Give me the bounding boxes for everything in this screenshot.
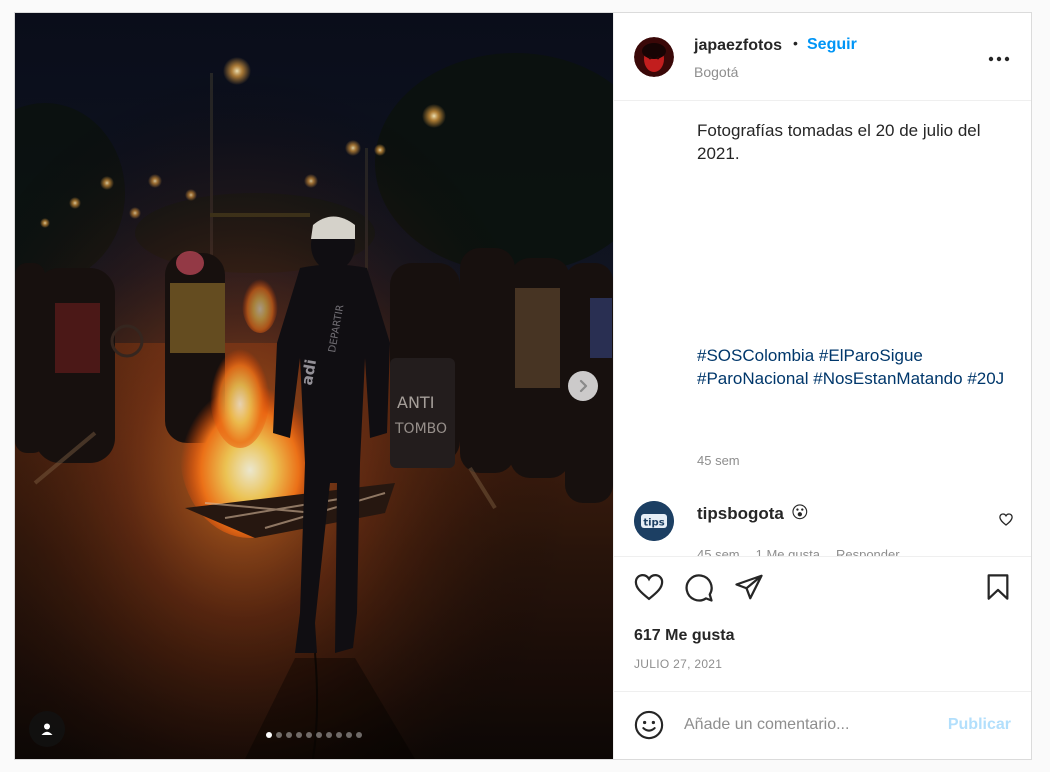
comment-button[interactable]	[684, 573, 714, 608]
commenter-avatar-logo: tips	[634, 501, 674, 541]
smiley-icon	[634, 710, 664, 740]
comment-likes-count[interactable]: 1 Me gusta	[756, 547, 820, 556]
caption-hashtags: #SOSColombia #ElParoSigue #ParoNacional …	[697, 344, 1007, 390]
carousel-dot	[336, 732, 342, 738]
comments-section[interactable]: Fotografías tomadas el 20 de julio del 2…	[614, 101, 1031, 557]
post-location[interactable]: Bogotá	[694, 64, 738, 80]
carousel-dot	[296, 732, 302, 738]
post-media[interactable]: ANTI TOMBO adi DEPARTIR	[15, 13, 613, 759]
emoji-picker-button[interactable]	[634, 710, 664, 745]
hashtag-link[interactable]: #ParoNacional	[697, 369, 809, 388]
author-username[interactable]: japaezfotos	[694, 37, 782, 55]
carousel-dot	[266, 732, 272, 738]
svg-text:tips: tips	[643, 518, 664, 529]
heart-icon	[999, 513, 1013, 526]
comment-like-button[interactable]	[999, 513, 1013, 531]
likes-count[interactable]: 617 Me gusta	[634, 627, 734, 645]
post-actions: 617 Me gusta JULIO 27, 2021	[614, 557, 1031, 692]
carousel-dot	[316, 732, 322, 738]
comment-input[interactable]	[684, 712, 924, 738]
share-button[interactable]	[734, 573, 764, 606]
instagram-post: ANTI TOMBO adi DEPARTIR japaezfotos • Se…	[14, 12, 1032, 760]
comment-bubble-icon	[685, 574, 713, 602]
publish-button[interactable]: Publicar	[948, 716, 1011, 734]
author-avatar-image	[634, 37, 674, 77]
carousel-dot	[346, 732, 352, 738]
carousel-next-button[interactable]	[568, 371, 598, 401]
commenter-username[interactable]: tipsbogota	[697, 504, 784, 524]
heart-icon	[634, 573, 664, 601]
comment-text: 😮	[791, 503, 809, 522]
post-side-panel: japaezfotos • Seguir Bogotá Fotografías …	[613, 13, 1031, 759]
carousel-dot	[326, 732, 332, 738]
comment-meta: 45 sem 1 Me gusta Responder	[697, 547, 900, 556]
like-button[interactable]	[634, 573, 664, 606]
post-header: japaezfotos • Seguir Bogotá	[614, 13, 1031, 101]
carousel-dot	[286, 732, 292, 738]
more-horizontal-icon	[988, 56, 1010, 62]
post-photo: ANTI TOMBO adi DEPARTIR	[15, 13, 613, 759]
hashtag-link[interactable]: #20J	[967, 369, 1004, 388]
tagged-users-button[interactable]	[29, 711, 65, 747]
bookmark-icon	[987, 574, 1009, 600]
author-avatar[interactable]	[634, 37, 674, 77]
follow-button[interactable]: Seguir	[807, 36, 857, 54]
more-options-button[interactable]	[987, 49, 1011, 69]
carousel-dot	[306, 732, 312, 738]
hashtag-link[interactable]: #NosEstanMatando	[813, 369, 962, 388]
caption-timestamp[interactable]: 45 sem	[697, 453, 740, 468]
hashtag-link[interactable]: #SOSColombia	[697, 346, 814, 365]
chevron-right-icon	[579, 379, 588, 393]
save-button[interactable]	[986, 573, 1010, 606]
carousel-indicator	[15, 732, 613, 738]
carousel-dot	[356, 732, 362, 738]
comment-reply-button[interactable]: Responder	[836, 547, 900, 556]
comment-timestamp[interactable]: 45 sem	[697, 547, 740, 556]
post-caption: Fotografías tomadas el 20 de julio del 2…	[697, 121, 981, 163]
commenter-avatar[interactable]: tips	[634, 501, 674, 541]
hashtag-link[interactable]: #ElParoSigue	[819, 346, 923, 365]
carousel-dot	[276, 732, 282, 738]
add-comment-bar: Publicar	[614, 692, 1031, 759]
header-separator: •	[793, 35, 798, 51]
post-date[interactable]: JULIO 27, 2021	[634, 657, 722, 671]
paper-plane-icon	[735, 574, 763, 600]
